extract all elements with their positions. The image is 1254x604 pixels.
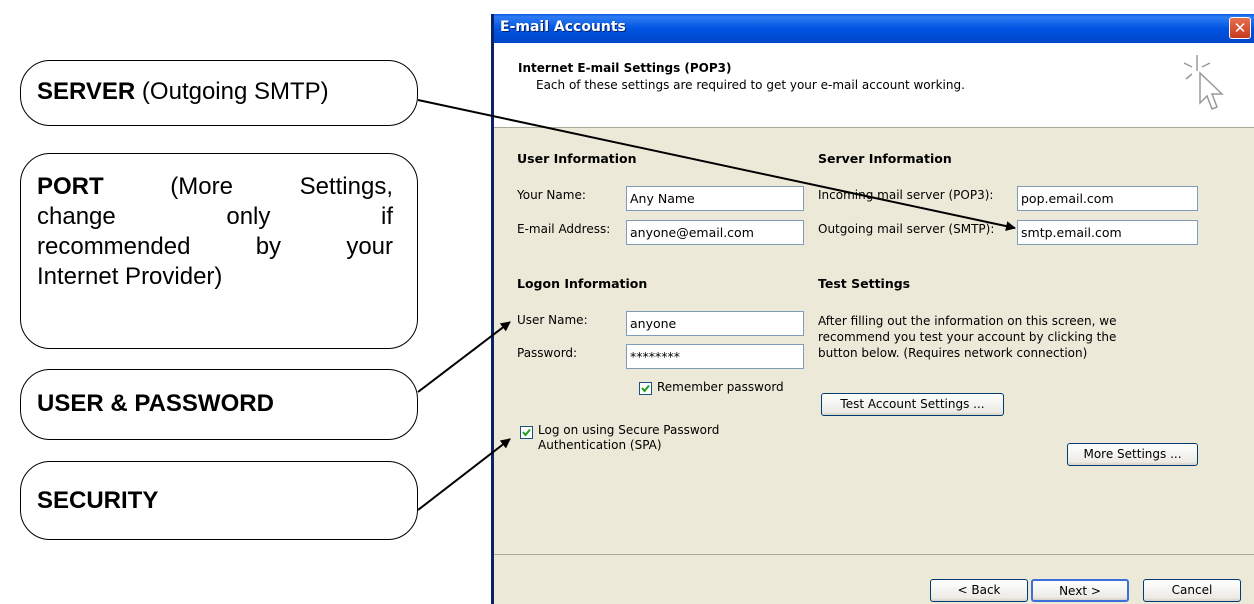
arrow-server [417, 99, 1016, 232]
arrow-user-password [417, 321, 511, 393]
annotation-arrows [417, 99, 1016, 511]
arrow-security [417, 438, 511, 511]
